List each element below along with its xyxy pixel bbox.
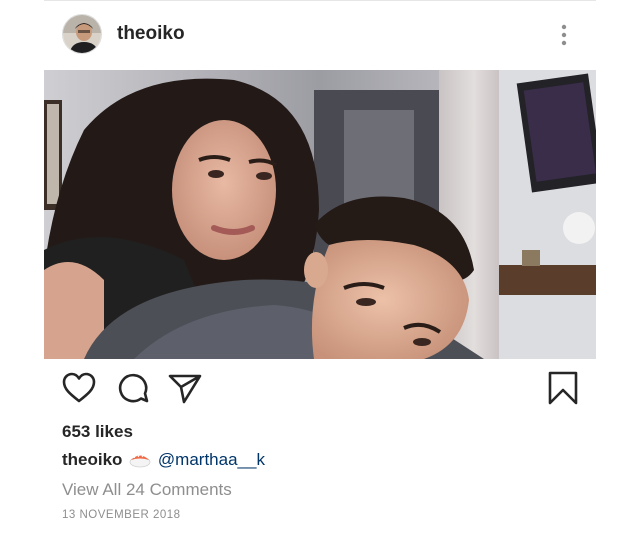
bookmark-icon[interactable]	[544, 369, 582, 407]
send-icon[interactable]	[166, 369, 204, 407]
comment-icon[interactable]	[114, 369, 152, 407]
caption-mention[interactable]: @marthaa__k	[158, 450, 265, 469]
more-vertical-icon[interactable]	[554, 22, 574, 48]
likes-count[interactable]: 653 likes	[62, 422, 133, 442]
post-caption: theoiko @marthaa__k	[62, 450, 265, 473]
post-username[interactable]: theoiko	[117, 23, 185, 45]
heart-icon[interactable]	[60, 369, 98, 407]
post-image[interactable]	[44, 70, 596, 359]
avatar[interactable]	[62, 14, 102, 54]
caption-username[interactable]: theoiko	[62, 450, 122, 469]
post-actions	[44, 369, 596, 409]
top-divider	[44, 0, 596, 1]
post-date: 13 NOVEMBER 2018	[62, 509, 181, 521]
sushi-icon	[129, 450, 151, 473]
view-comments-link[interactable]: View All 24 Comments	[62, 480, 232, 500]
post-header: theoiko	[44, 10, 596, 58]
